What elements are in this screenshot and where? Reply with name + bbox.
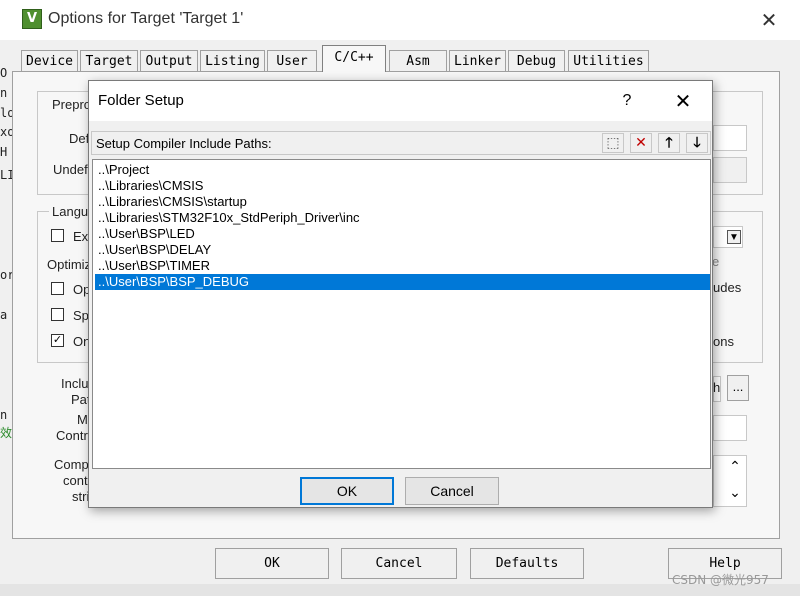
dropdown-arrow-icon[interactable]: ▼: [727, 230, 741, 244]
compiler-label: Comp: [54, 457, 89, 472]
undefine-label: Undef: [53, 162, 88, 177]
dialog-titlebar: Folder Setup ? ✕: [89, 81, 712, 121]
tab-linker[interactable]: Linker: [449, 50, 506, 71]
list-item[interactable]: ..\User\BSP\LED: [95, 226, 710, 242]
left-fragment: n: [0, 408, 8, 422]
move-down-icon[interactable]: 🡓: [686, 133, 708, 153]
control-label: cont: [63, 473, 88, 488]
include-browse-button[interactable]: ...: [727, 375, 749, 401]
undefine-field[interactable]: [713, 157, 747, 183]
string-label: stri: [72, 489, 90, 504]
cancel-button[interactable]: Cancel: [341, 548, 457, 579]
define-label: Def: [69, 131, 90, 146]
sp-checkbox[interactable]: [51, 308, 64, 321]
move-up-icon[interactable]: 🡑: [658, 133, 680, 153]
tab-c-cpp[interactable]: C/C++: [322, 45, 386, 72]
window-close-icon[interactable]: ✕: [755, 6, 783, 34]
include-paths-header-label: Setup Compiler Include Paths:: [96, 136, 272, 151]
list-item-selected[interactable]: ..\User\BSP\BSP_DEBUG: [95, 274, 710, 290]
dialog-ok-button[interactable]: OK: [300, 477, 394, 505]
list-item[interactable]: ..\User\BSP\TIMER: [95, 258, 710, 274]
right-udes-label: udes: [713, 280, 742, 295]
delete-icon[interactable]: ✕: [630, 133, 652, 153]
controls-label: Contr: [56, 428, 88, 443]
dialog-close-icon[interactable]: ✕: [669, 89, 697, 113]
right-h-label: h: [713, 380, 721, 395]
include-paths-header: Setup Compiler Include Paths: ⬚ ✕ 🡑 🡓: [91, 131, 711, 155]
tab-target[interactable]: Target: [80, 50, 138, 71]
define-field[interactable]: [713, 125, 747, 151]
tab-output[interactable]: Output: [140, 50, 198, 71]
window-title: Options for Target 'Target 1': [48, 10, 244, 27]
scroll-down-icon[interactable]: ⌄: [727, 484, 743, 501]
tab-utilities[interactable]: Utilities: [568, 50, 649, 71]
ex-option-label: Ex: [73, 229, 89, 244]
include-label: Inclu: [61, 376, 89, 391]
list-item[interactable]: ..\Project: [95, 162, 710, 178]
tab-asm[interactable]: Asm: [389, 50, 447, 71]
ok-button[interactable]: OK: [215, 548, 329, 579]
list-item[interactable]: ..\Libraries\CMSIS\startup: [95, 194, 710, 210]
list-item[interactable]: ..\User\BSP\DELAY: [95, 242, 710, 258]
left-fragment: a: [0, 308, 8, 322]
tab-device[interactable]: Device: [21, 50, 78, 71]
scroll-up-icon[interactable]: ⌃: [727, 458, 743, 475]
left-fragment: n: [0, 86, 8, 100]
left-fragment: H: [0, 145, 8, 159]
tab-debug[interactable]: Debug: [508, 50, 565, 71]
dialog-title: Folder Setup: [98, 92, 184, 109]
optimize-label: Optimiz: [47, 257, 92, 272]
folder-setup-dialog: Folder Setup ? ✕ Setup Compiler Include …: [88, 80, 713, 508]
window-titlebar: V Options for Target 'Target 1' ✕: [0, 0, 800, 40]
tab-user[interactable]: User: [267, 50, 317, 71]
misc-label: M: [77, 412, 88, 427]
right-e-label: e: [712, 254, 720, 269]
ex-checkbox[interactable]: [51, 229, 64, 242]
new-folder-icon[interactable]: ⬚: [602, 133, 624, 153]
misc-controls-field[interactable]: [713, 415, 747, 441]
sp-option-label: Sp: [73, 308, 89, 323]
watermark-text: CSDN @微光957: [672, 573, 769, 587]
include-paths-list[interactable]: ..\Project ..\Libraries\CMSIS ..\Librari…: [92, 159, 711, 469]
list-item[interactable]: ..\Libraries\CMSIS: [95, 178, 710, 194]
app-icon: V: [22, 9, 42, 29]
list-item[interactable]: ..\Libraries\STM32F10x_StdPeriph_Driver\…: [95, 210, 710, 226]
tab-listing[interactable]: Listing: [200, 50, 265, 71]
dialog-cancel-button[interactable]: Cancel: [405, 477, 499, 505]
on-checkbox[interactable]: ✓: [51, 334, 64, 347]
op-checkbox[interactable]: [51, 282, 64, 295]
defaults-button[interactable]: Defaults: [470, 548, 584, 579]
right-ons-label: ons: [713, 334, 734, 349]
language-group-label: Langu: [49, 204, 92, 219]
help-icon[interactable]: ?: [615, 89, 639, 113]
left-fragment: 效: [0, 426, 13, 440]
left-fragment: O: [0, 66, 8, 80]
